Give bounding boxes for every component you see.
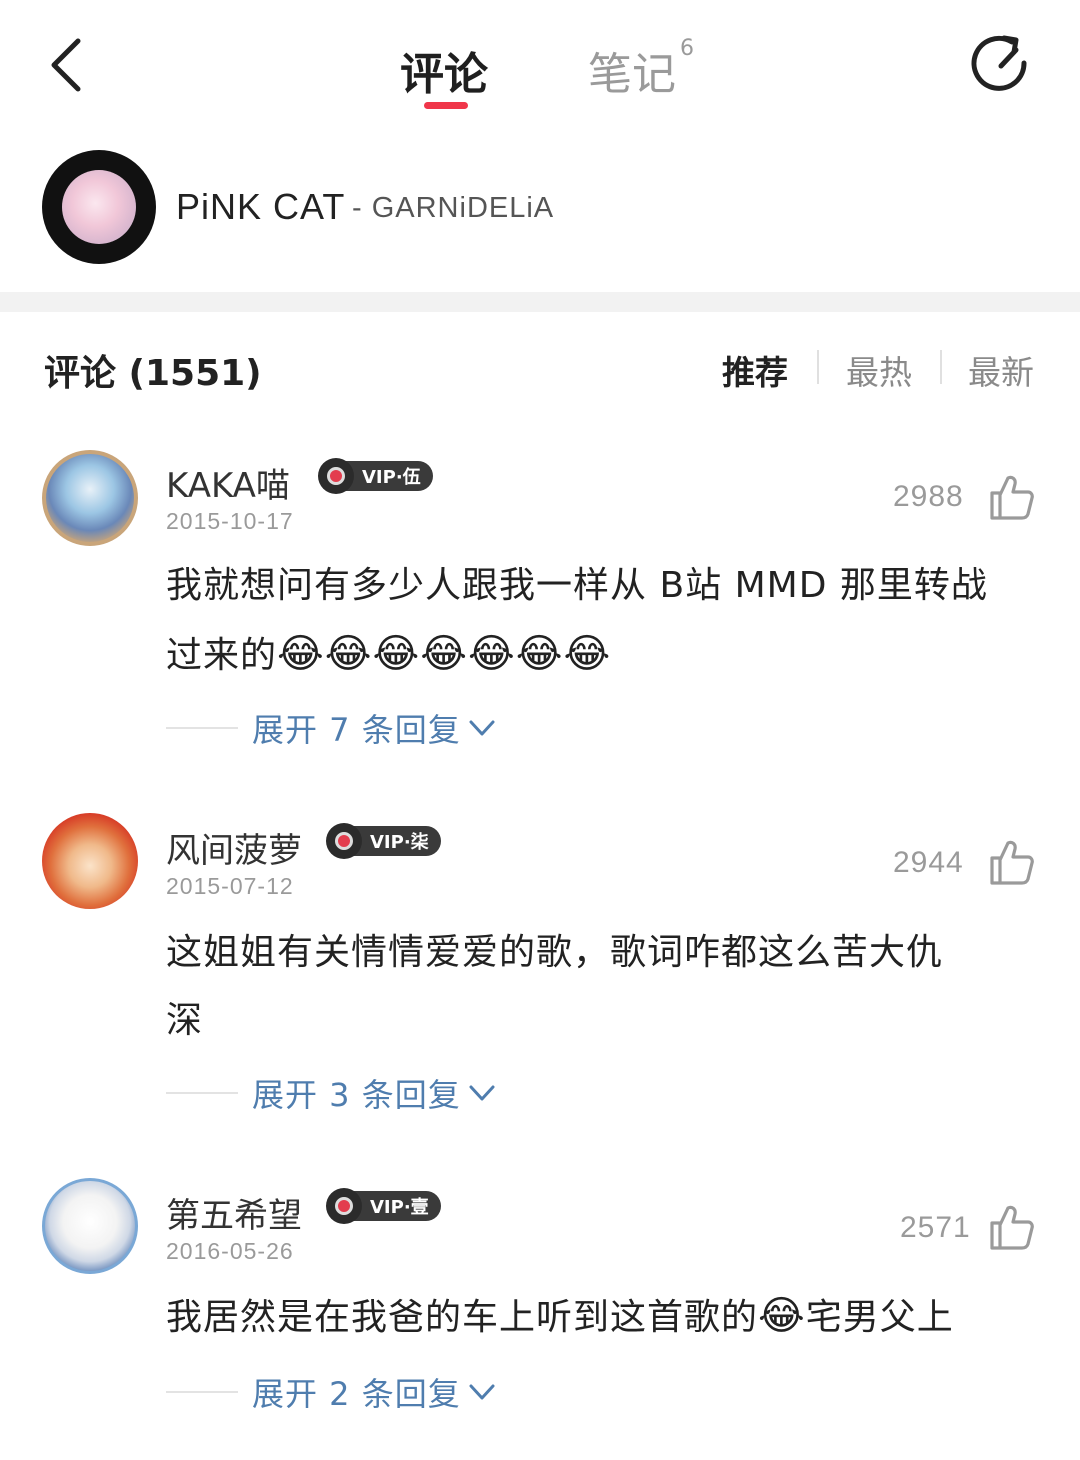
thumbs-up-icon[interactable] — [986, 472, 1036, 522]
vinyl-icon — [318, 458, 354, 494]
laughing-emoji: 😂 — [758, 1293, 806, 1339]
avatar[interactable] — [42, 813, 138, 909]
comment-date: 2015-10-17 — [166, 508, 294, 534]
chevron-down-icon — [469, 1085, 495, 1101]
like-count: 2944 — [893, 846, 964, 879]
comment-item: KAKA喵 VIP·伍 2015-10-17 2988 我就想问有多少人跟我一样… — [0, 440, 1080, 780]
laughing-emoji: 😂😂😂😂😂😂😂 — [277, 631, 612, 677]
chevron-down-icon — [469, 1384, 495, 1400]
expand-replies-label: 展开 2 条回复 — [252, 1375, 461, 1413]
username[interactable]: KAKA喵 — [166, 458, 290, 507]
comment-item: 第五希望 VIP·壹 2016-05-26 2571 我居然是在我爸的车上听到这… — [0, 1170, 1080, 1450]
vip-badge: VIP·壹 — [326, 1188, 441, 1224]
sort-separator — [940, 350, 942, 384]
comment-text-line: 这姐姐有关情情爱爱的歌，歌词咋都这么苦大仇 — [166, 932, 944, 973]
avatar[interactable] — [42, 1178, 138, 1274]
tab-notes-label: 笔记 — [588, 49, 676, 100]
song-title: PiNK CAT — [176, 186, 346, 227]
replies-divider — [166, 1391, 238, 1393]
replies-divider — [166, 727, 238, 729]
expand-replies[interactable]: 展开 2 条回复 — [166, 1372, 497, 1413]
comment-text: 这姐姐有关情情爱爱的歌，歌词咋都这么苦大仇 深 — [166, 919, 1036, 1055]
vip-badge: VIP·伍 — [318, 458, 433, 494]
vinyl-icon — [326, 1188, 362, 1224]
top-bar: 评论 笔记6 — [0, 0, 1080, 130]
sort-recommended[interactable]: 推荐 — [722, 346, 788, 394]
replies-divider — [166, 1092, 238, 1094]
tab-comments[interactable]: 评论 — [400, 38, 488, 102]
thumbs-up-icon[interactable] — [986, 1202, 1036, 1252]
expand-replies-label: 展开 7 条回复 — [252, 711, 461, 749]
comment-text-line: 我就想问有多少人跟我一样从 B站 MMD 那里转战 — [166, 565, 988, 606]
comment-text-line: 过来的😂😂😂😂😂😂😂 — [166, 620, 1036, 690]
vinyl-icon — [326, 823, 362, 859]
expand-replies[interactable]: 展开 7 条回复 — [166, 708, 497, 749]
song-header[interactable]: PiNK CAT - GARNiDELiA — [0, 150, 1080, 265]
chevron-down-icon — [469, 720, 495, 736]
comment-item: 风间菠萝 VIP·柒 2015-07-12 2944 这姐姐有关情情爱爱的歌，歌… — [0, 805, 1080, 1145]
comment-text-segment: 我居然是在我爸的车上听到这首歌的 — [166, 1297, 759, 1338]
comment-text-line: 我居然是在我爸的车上听到这首歌的😂宅男父上 — [166, 1282, 1036, 1352]
album-cover — [62, 170, 136, 244]
avatar[interactable] — [42, 450, 138, 546]
share-icon — [971, 35, 1027, 91]
sort-new[interactable]: 最新 — [968, 346, 1034, 394]
comments-header: 评论 (1551) 推荐 最热 最新 — [0, 340, 1080, 400]
sort-hot[interactable]: 最热 — [846, 346, 912, 394]
vip-badge: VIP·柒 — [326, 823, 441, 859]
comment-text-line: 深 — [166, 1000, 204, 1041]
tab-notes-count: 6 — [680, 36, 694, 62]
comment-date: 2016-05-26 — [166, 1238, 294, 1264]
section-divider — [0, 292, 1080, 312]
username[interactable]: 风间菠萝 — [166, 823, 302, 872]
back-button[interactable] — [36, 30, 96, 100]
comments-title: 评论 (1551) — [44, 353, 262, 394]
like-count: 2988 — [893, 480, 964, 513]
chevron-left-icon — [51, 38, 81, 92]
tab-notes[interactable]: 笔记6 — [588, 36, 694, 102]
thumbs-up-icon[interactable] — [986, 837, 1036, 887]
vip-level: VIP·壹 — [352, 1191, 441, 1221]
song-artist: - GARNiDELiA — [352, 192, 555, 224]
vip-level: VIP·柒 — [352, 826, 441, 856]
expand-replies-label: 展开 3 条回复 — [252, 1076, 461, 1114]
username[interactable]: 第五希望 — [166, 1188, 302, 1237]
comment-text-segment: 宅男父上 — [805, 1297, 954, 1338]
share-button[interactable] — [966, 30, 1036, 100]
comment-text: 我就想问有多少人跟我一样从 B站 MMD 那里转战 过来的😂😂😂😂😂😂😂 — [166, 552, 1036, 690]
comment-text: 我居然是在我爸的车上听到这首歌的😂宅男父上 — [166, 1282, 1036, 1352]
comment-text-segment: 过来的 — [166, 635, 278, 676]
like-count: 2571 — [900, 1211, 971, 1244]
tab-active-indicator — [424, 102, 468, 109]
album-disc — [42, 150, 156, 264]
sort-separator — [817, 350, 819, 384]
expand-replies[interactable]: 展开 3 条回复 — [166, 1073, 497, 1114]
comment-date: 2015-07-12 — [166, 873, 294, 899]
vip-level: VIP·伍 — [344, 461, 433, 491]
